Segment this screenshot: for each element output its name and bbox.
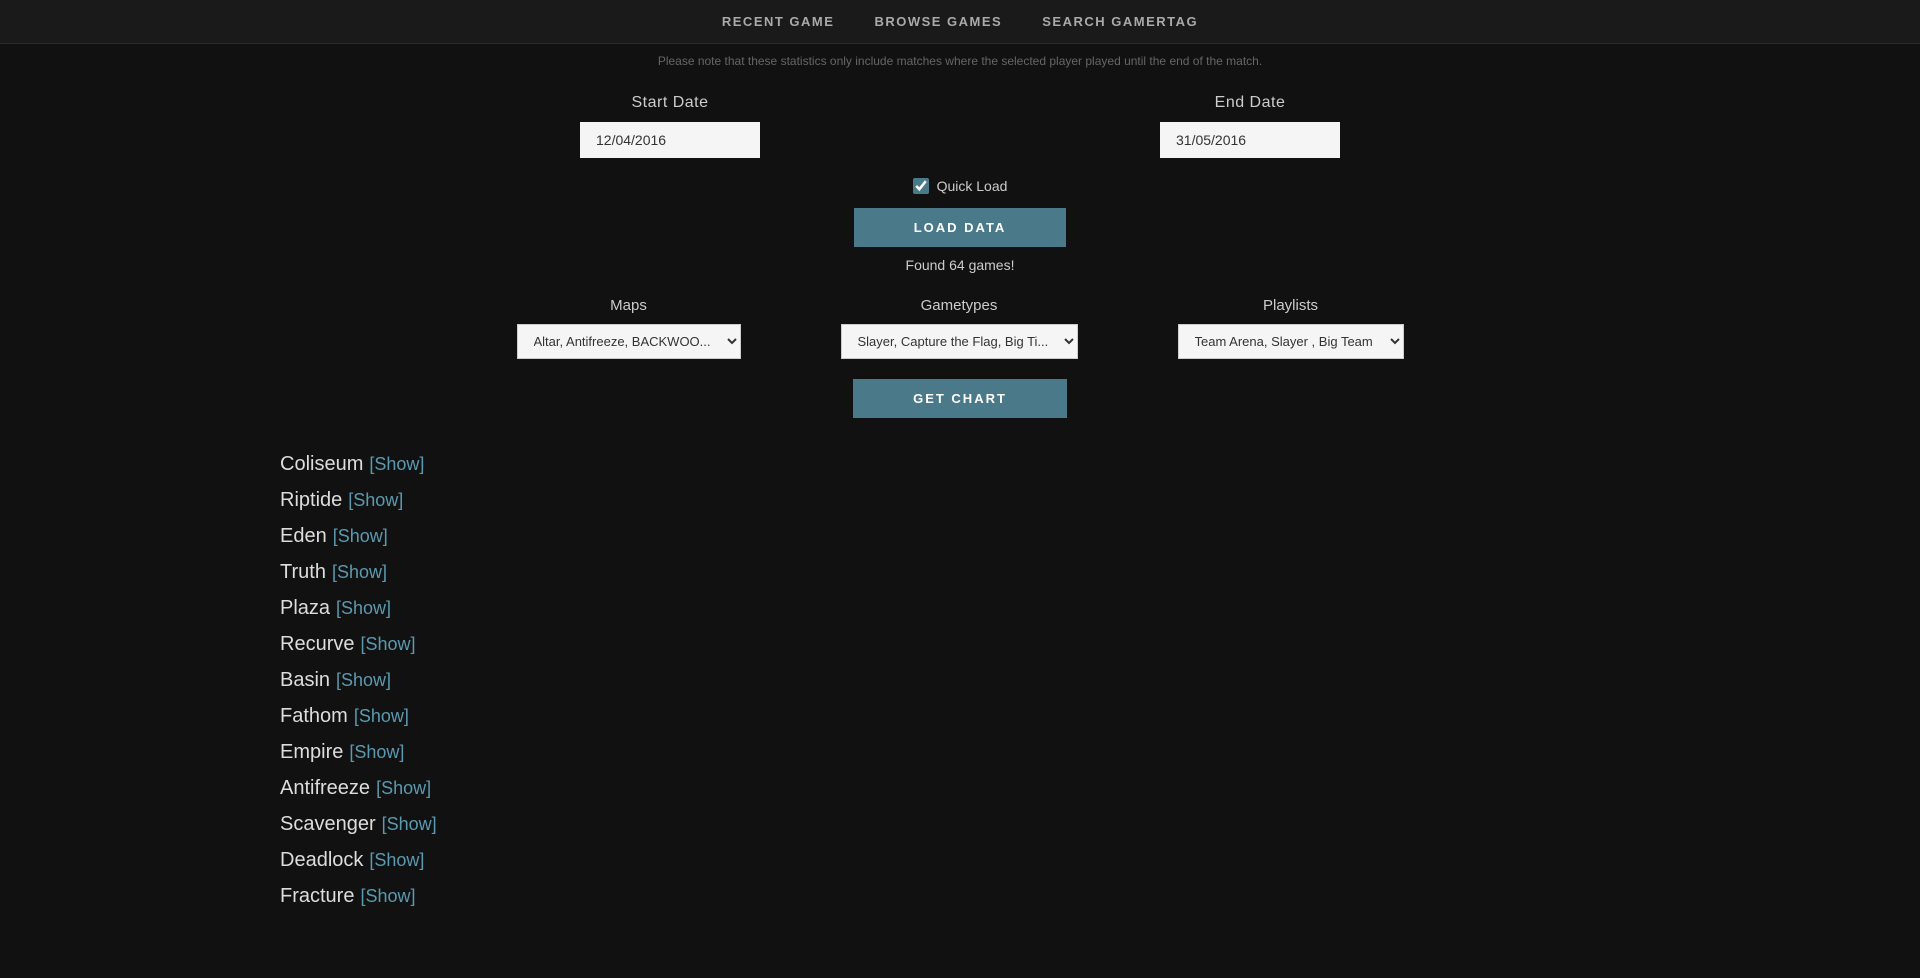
map-name: Basin — [280, 669, 330, 691]
quick-load-label: Quick Load — [937, 178, 1008, 194]
get-chart-button[interactable]: GET CHART — [853, 379, 1067, 418]
map-show-link[interactable]: [Show] — [354, 706, 409, 726]
start-date-group: Start Date — [580, 94, 760, 158]
gametypes-filter-select[interactable]: Slayer, Capture the Flag, Big Ti... — [841, 324, 1078, 359]
map-item: Basin [Show] — [280, 664, 1920, 696]
map-item: Recurve [Show] — [280, 628, 1920, 660]
gametypes-filter-label: Gametypes — [921, 297, 998, 314]
quick-load-checkbox[interactable] — [913, 178, 929, 194]
start-date-input[interactable] — [580, 122, 760, 158]
main-content: Start Date End Date Quick Load LOAD DATA… — [0, 74, 1920, 912]
map-item: Coliseum [Show] — [280, 448, 1920, 480]
nav-recent-game[interactable]: RECENT GAME — [722, 14, 835, 29]
map-item: Deadlock [Show] — [280, 844, 1920, 876]
map-show-link[interactable]: [Show] — [369, 454, 424, 474]
load-data-button[interactable]: LOAD DATA — [854, 208, 1067, 247]
maps-filter-select[interactable]: Altar, Antifreeze, BACKWOO... — [517, 324, 741, 359]
playlists-filter-select[interactable]: Team Arena, Slayer , Big Team — [1178, 324, 1404, 359]
map-name: Riptide — [280, 489, 342, 511]
quick-load-row: Quick Load — [913, 178, 1008, 194]
map-name: Plaza — [280, 597, 330, 619]
map-name: Fracture — [280, 885, 354, 907]
map-show-link[interactable]: [Show] — [360, 634, 415, 654]
map-name: Coliseum — [280, 453, 363, 475]
map-show-link[interactable]: [Show] — [382, 814, 437, 834]
end-date-label: End Date — [1215, 94, 1286, 112]
map-item: Empire [Show] — [280, 736, 1920, 768]
map-show-link[interactable]: [Show] — [336, 598, 391, 618]
map-show-link[interactable]: [Show] — [349, 742, 404, 762]
playlists-filter-group: Playlists Team Arena, Slayer , Big Team — [1178, 297, 1404, 359]
map-show-link[interactable]: [Show] — [348, 490, 403, 510]
main-nav: RECENT GAME BROWSE GAMES SEARCH GAMERTAG — [0, 0, 1920, 44]
gametypes-filter-group: Gametypes Slayer, Capture the Flag, Big … — [841, 297, 1078, 359]
map-show-link[interactable]: [Show] — [369, 850, 424, 870]
map-item: Plaza [Show] — [280, 592, 1920, 624]
map-name: Scavenger — [280, 813, 376, 835]
playlists-filter-label: Playlists — [1263, 297, 1318, 314]
map-item: Scavenger [Show] — [280, 808, 1920, 840]
map-name: Recurve — [280, 633, 354, 655]
map-name: Deadlock — [280, 849, 363, 871]
map-show-link[interactable]: [Show] — [376, 778, 431, 798]
maps-filter-label: Maps — [610, 297, 647, 314]
nav-browse-games[interactable]: BROWSE GAMES — [874, 14, 1002, 29]
map-item: Fracture [Show] — [280, 880, 1920, 912]
filter-row: Maps Altar, Antifreeze, BACKWOO... Gamet… — [0, 297, 1920, 359]
map-show-link[interactable]: [Show] — [333, 526, 388, 546]
map-name: Antifreeze — [280, 777, 370, 799]
maps-filter-group: Maps Altar, Antifreeze, BACKWOO... — [517, 297, 741, 359]
nav-search-gamertag[interactable]: SEARCH GAMERTAG — [1042, 14, 1198, 29]
map-show-link[interactable]: [Show] — [332, 562, 387, 582]
map-item: Eden [Show] — [280, 520, 1920, 552]
map-name: Fathom — [280, 705, 348, 727]
date-row: Start Date End Date — [0, 94, 1920, 158]
map-show-link[interactable]: [Show] — [360, 886, 415, 906]
map-item: Antifreeze [Show] — [280, 772, 1920, 804]
notice-text: Please note that these statistics only i… — [0, 44, 1920, 74]
found-games-text: Found 64 games! — [906, 257, 1015, 273]
map-item: Riptide [Show] — [280, 484, 1920, 516]
map-item: Fathom [Show] — [280, 700, 1920, 732]
map-name: Truth — [280, 561, 326, 583]
end-date-input[interactable] — [1160, 122, 1340, 158]
map-show-link[interactable]: [Show] — [336, 670, 391, 690]
map-item: Truth [Show] — [280, 556, 1920, 588]
map-name: Eden — [280, 525, 327, 547]
map-list: Coliseum[Show]Riptide[Show]Eden[Show]Tru… — [0, 448, 1920, 912]
start-date-label: Start Date — [631, 94, 708, 112]
end-date-group: End Date — [1160, 94, 1340, 158]
map-name: Empire — [280, 741, 343, 763]
